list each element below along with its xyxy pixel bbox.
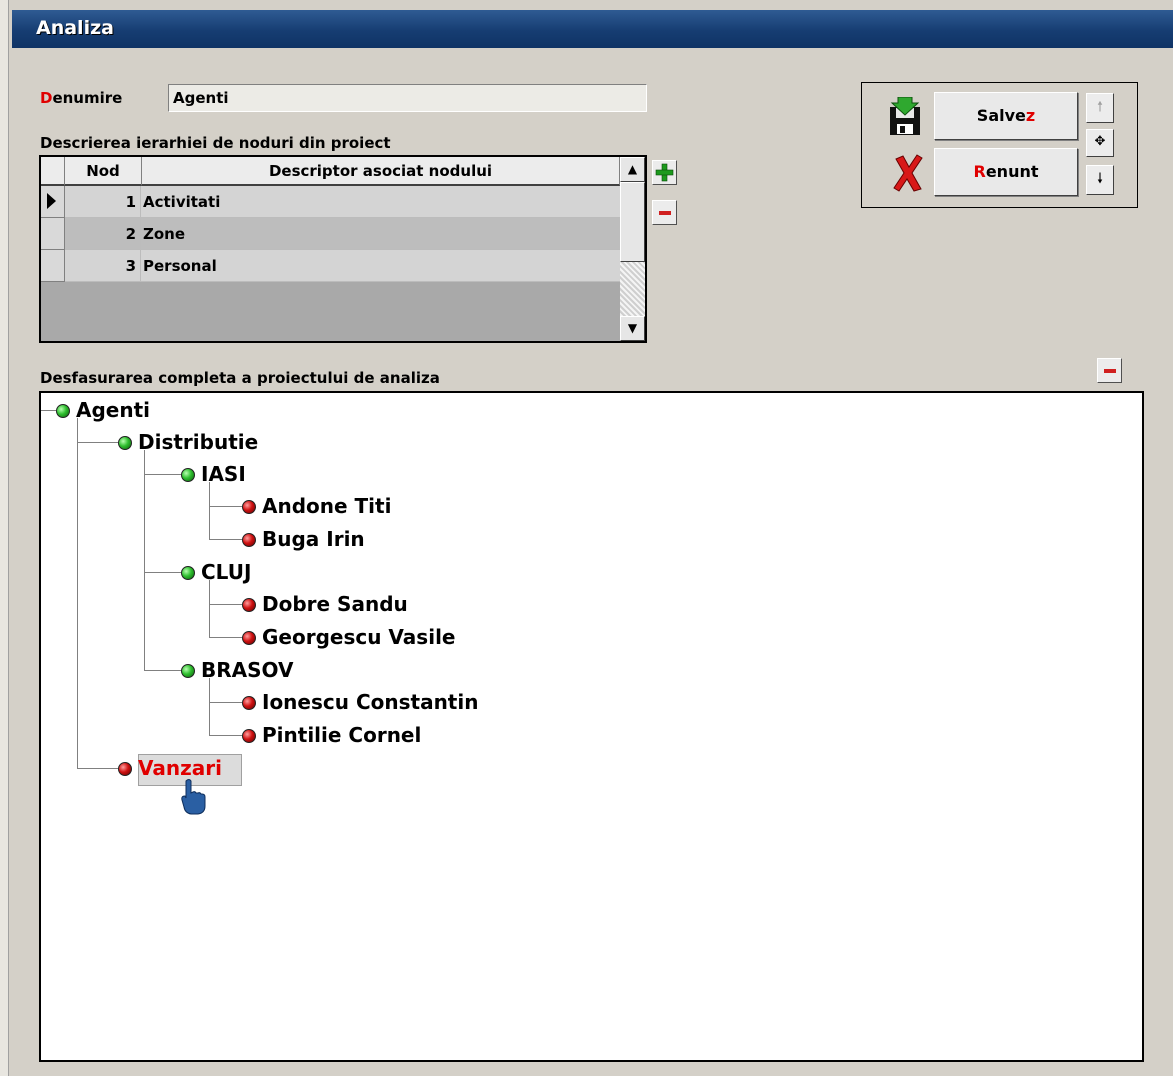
table-row[interactable]: 3 Personal [65,250,620,282]
tree-node-label: Vanzari [138,756,222,780]
red-node-icon [242,598,256,612]
red-node-icon [118,762,132,776]
red-node-icon [242,631,256,645]
tree-connector [209,637,242,638]
tree-node-label: Distributie [138,430,259,454]
tree-connector [209,735,242,736]
grid-corner [41,157,65,186]
grid-header-descriptor[interactable]: Descriptor asociat nodului [142,157,620,186]
tree-connector [144,474,181,475]
minus-icon [1104,369,1116,373]
denumire-label-rest: enumire [52,89,123,107]
tree-connector [41,410,56,411]
tree-connector [209,702,242,703]
grid-scrollbar[interactable]: ▲ ▼ [620,157,645,341]
row-selector[interactable] [41,250,65,282]
tree-node-label: BRASOV [201,658,294,682]
save-disk-icon [890,97,920,135]
remove-node-button[interactable] [652,200,677,225]
tree-node-label: Andone Titi [262,494,392,518]
cell-descriptor: Activitati [143,193,221,211]
table-row[interactable]: 2 Zone [65,218,620,250]
tree-node-label: CLUJ [201,560,252,584]
red-node-icon [242,696,256,710]
hierarchy-grid: Nod Descriptor asociat nodului 1 Activit… [39,155,647,343]
red-node-icon [242,729,256,743]
green-node-icon [118,436,132,450]
arrow-down-icon: 🠗 [1096,171,1103,187]
tree-node-label: Georgescu Vasile [262,625,456,649]
cancel-label: enunt [985,162,1039,181]
plus-icon [655,163,674,182]
tree-node-label: IASI [201,462,246,486]
left-edge [0,0,9,1076]
tree-connector [144,450,145,670]
scroll-thumb[interactable] [620,182,645,262]
move-icon: ✥ [1094,134,1106,149]
project-tree[interactable] [39,391,1144,1062]
red-node-icon [242,500,256,514]
move-down-button[interactable]: 🠗 [1086,165,1114,195]
tree-node-label: Pintilie Cornel [262,723,422,747]
denumire-hotkey: D [40,89,53,107]
minus-icon [659,211,671,215]
green-node-icon [181,566,195,580]
grid-header-nod[interactable]: Nod [65,157,142,186]
cell-descriptor: Personal [143,257,217,275]
tree-connector [209,539,242,540]
denumire-input[interactable]: Agenti [168,84,647,112]
window-title: Analiza [12,10,1173,48]
scroll-up-icon: ▲ [627,162,638,176]
green-node-icon [56,404,70,418]
cell-descriptor: Zone [143,225,186,243]
action-panel: Salvez Renunt 🠕 ✥ 🠗 [861,82,1138,208]
tree-node-label: Agenti [76,398,151,422]
add-node-button[interactable] [652,160,677,185]
move-up-button[interactable]: 🠕 [1086,93,1114,123]
save-hotkey: z [1025,106,1036,125]
row-selector[interactable] [41,186,65,218]
collapse-tree-button[interactable] [1097,358,1122,383]
scroll-down-icon: ▼ [627,321,638,335]
green-node-icon [181,468,195,482]
tree-connector [77,418,78,768]
tree-node-label: Ionescu Constantin [262,690,479,714]
denumire-label: Denumire [40,89,122,107]
row-selector[interactable] [41,218,65,250]
cell-nod: 3 [65,250,141,281]
table-row[interactable]: 1 Activitati [65,186,620,218]
save-label: Salve [976,106,1026,125]
tree-connector [144,572,181,573]
move-button[interactable]: ✥ [1086,129,1114,157]
tree-connector [77,768,118,769]
hand-cursor-icon [181,779,206,815]
tree-connector [209,506,242,507]
green-node-icon [181,664,195,678]
tree-label: Desfasurarea completa a proiectului de a… [40,369,440,387]
row-pointer-icon [47,193,56,209]
cell-nod: 2 [65,218,141,249]
scroll-up-button[interactable]: ▲ [620,157,645,182]
arrow-up-icon: 🠕 [1096,99,1103,115]
tree-node-label: Dobre Sandu [262,592,408,616]
cancel-hotkey: R [973,162,986,181]
red-node-icon [242,533,256,547]
save-button[interactable]: Salvez [934,92,1078,140]
tree-connector [209,604,242,605]
tree-connector [209,580,210,637]
tree-node-label: Buga Irin [262,527,365,551]
tree-connector [77,442,118,443]
cancel-x-icon [893,154,923,192]
scroll-down-button[interactable]: ▼ [620,316,645,341]
cancel-button[interactable]: Renunt [934,148,1078,196]
tree-connector [209,482,210,539]
hierarchy-label: Descrierea ierarhiei de noduri din proie… [40,134,391,152]
tree-connector [209,678,210,735]
cell-nod: 1 [65,186,141,217]
tree-connector [144,670,181,671]
